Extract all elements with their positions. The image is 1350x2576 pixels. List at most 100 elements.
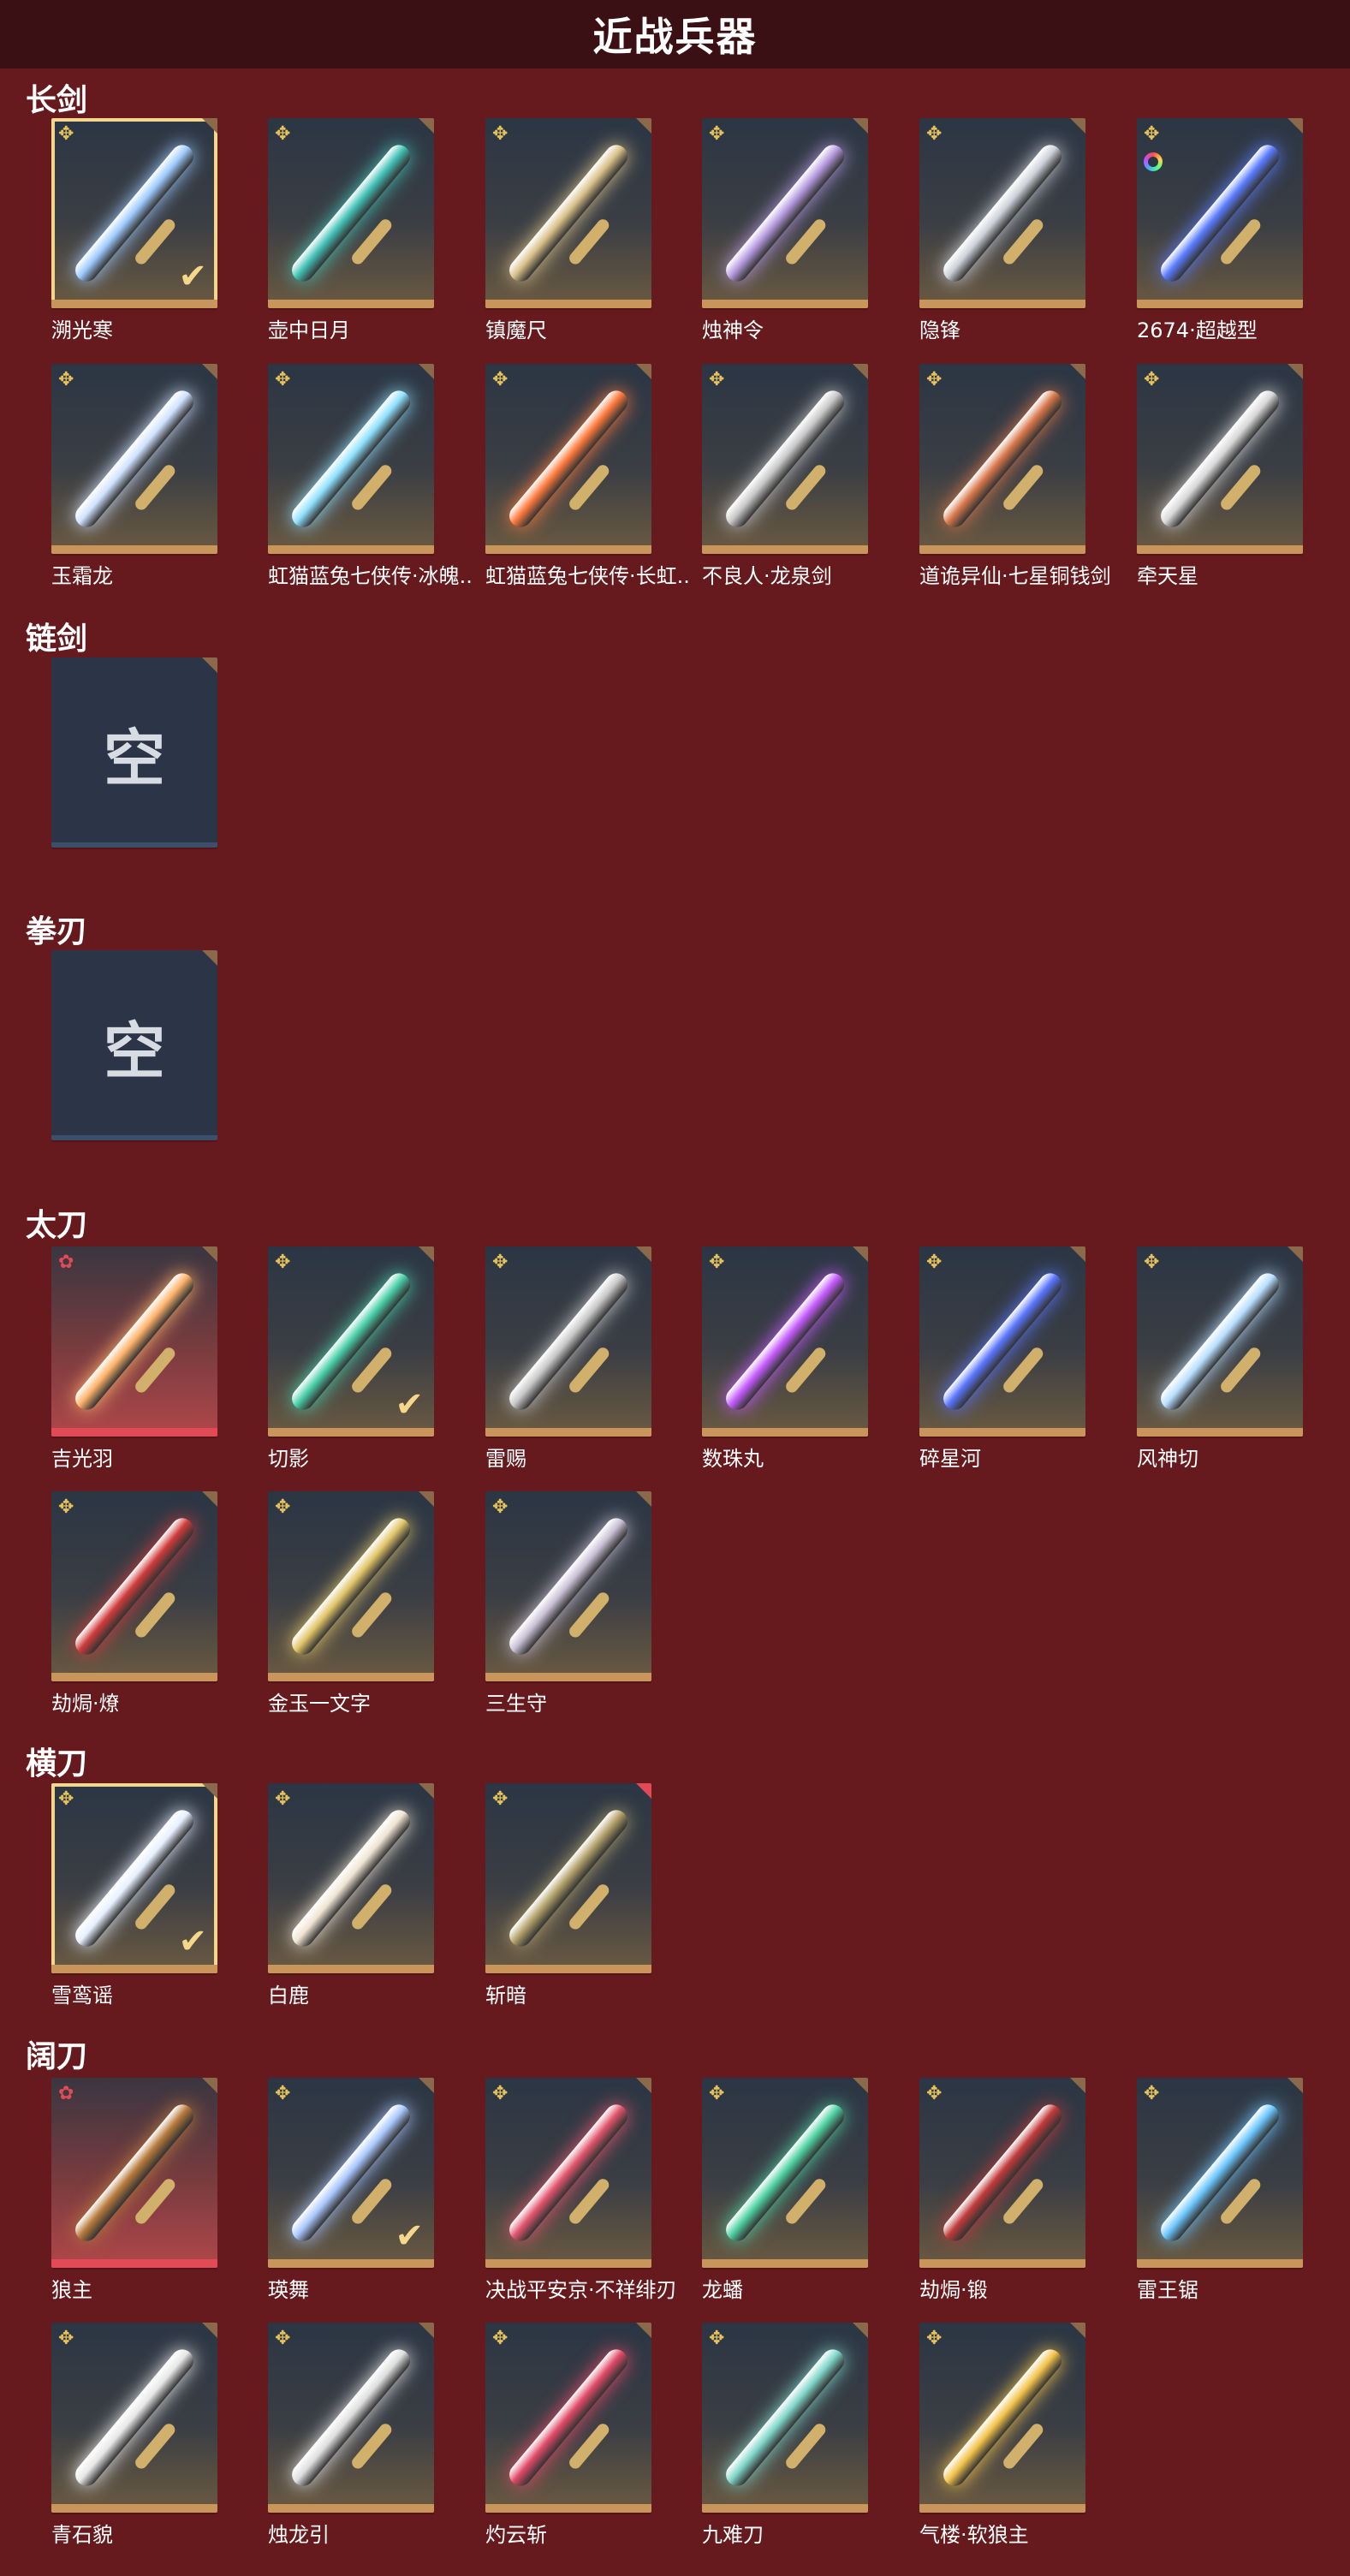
weapon-card[interactable]: ✥ 三生守 [485, 1491, 651, 1745]
weapon-hilt-icon [349, 2421, 395, 2472]
red-rank-icon: ✿ [58, 1252, 74, 1273]
weapon-card[interactable]: ✥ 2674·超越型 [1137, 118, 1303, 372]
corner-icon [202, 364, 217, 379]
weapon-card[interactable]: ✥ 碎星河 [919, 1246, 1085, 1500]
gold-rank-icon: ✥ [275, 123, 291, 145]
rarity-bar [919, 2259, 1085, 2268]
weapon-card[interactable]: ✥ 雷赐 [485, 1246, 651, 1500]
weapon-card[interactable]: ✥ 青石貌 [51, 2323, 217, 2576]
rarity-bar [268, 2259, 434, 2268]
weapon-name: 不良人·龙泉剑 [702, 564, 832, 588]
corner-icon [419, 364, 434, 379]
weapon-card[interactable]: ✥ 玉霜龙 [51, 364, 217, 617]
weapon-blade-icon [287, 1806, 415, 1951]
corner-icon [636, 364, 651, 379]
weapon-card[interactable]: ✥ 虹猫蓝兔七侠传·冰魄.. [268, 364, 473, 617]
page-header: 近战兵器 [0, 0, 1350, 68]
weapon-hilt-icon [133, 2421, 178, 2472]
rarity-bar [702, 300, 868, 308]
weapon-hilt-icon [567, 217, 612, 267]
weapon-card[interactable]: ✥ 白鹿 [268, 1783, 434, 2037]
weapon-hilt-icon [1218, 462, 1264, 513]
weapon-card[interactable]: ✥ ✔ 切影 [268, 1246, 434, 1500]
weapon-card[interactable]: ✥ 烛龙引 [268, 2323, 434, 2576]
gold-rank-icon: ✥ [58, 2328, 74, 2349]
weapon-name: 气楼·软狼主 [919, 2523, 1029, 2547]
weapon-name: 金玉一文字 [268, 1692, 371, 1716]
corner-icon [419, 1783, 434, 1799]
weapon-card[interactable]: ✥ 壶中日月 [268, 118, 434, 372]
weapon-card[interactable]: ✥ 灼云斩 [485, 2323, 651, 2576]
page-title: 近战兵器 [592, 14, 758, 60]
weapon-name: 雷赐 [485, 1447, 526, 1471]
weapon-name: 龙蟠 [702, 2278, 743, 2302]
gold-rank-icon: ✥ [492, 1788, 508, 1810]
weapon-blade-icon [504, 140, 633, 286]
weapon-card[interactable]: ✥ ✔ 雪鸾谣 [51, 1783, 217, 2037]
weapon-blade-icon [1156, 140, 1284, 286]
gold-rank-icon: ✥ [492, 2328, 508, 2349]
rarity-bar [485, 300, 651, 308]
corner-icon [419, 1246, 434, 1262]
weapon-card[interactable]: 空 [51, 657, 217, 911]
weapon-card[interactable]: ✥ 道诡异仙·七星铜钱剑 [919, 364, 1111, 617]
rarity-bar [51, 545, 217, 554]
weapon-card[interactable]: ✥ 不良人·龙泉剑 [702, 364, 868, 617]
weapon-card[interactable]: ✥ 气楼·软狼主 [919, 2323, 1085, 2576]
weapon-blade-icon [938, 2100, 1067, 2246]
corner-icon [1288, 2078, 1303, 2093]
gold-rank-icon: ✥ [492, 1496, 508, 1518]
corner-icon [202, 2323, 217, 2338]
weapon-thumbnail: ✥ [702, 1246, 868, 1437]
gold-rank-icon: ✥ [926, 2083, 943, 2104]
rarity-bar [485, 1428, 651, 1437]
rarity-bar [51, 300, 217, 308]
gold-rank-icon: ✥ [275, 2328, 291, 2349]
weapon-card[interactable]: ✥ 劫焗·燎 [51, 1491, 217, 1745]
weapon-card[interactable]: ✿ 狼主 [51, 2078, 217, 2331]
weapon-card[interactable]: ✿ 吉光羽 [51, 1246, 217, 1500]
gold-rank-icon: ✥ [709, 2083, 725, 2104]
weapon-blade-icon [504, 2100, 633, 2246]
section-title-saber: 横刀 [26, 1746, 88, 1782]
weapon-card[interactable]: ✥ ✔ 溯光寒 [51, 118, 217, 372]
weapon-card[interactable]: ✥ 九难刀 [702, 2323, 868, 2576]
weapon-card[interactable]: ✥ 风神切 [1137, 1246, 1303, 1500]
weapon-thumbnail: ✥ [485, 1491, 651, 1681]
rarity-bar [919, 545, 1085, 554]
weapon-name: 劫焗·锻 [919, 2278, 988, 2302]
weapon-card[interactable]: 空 [51, 950, 217, 1204]
weapon-blade-icon [938, 1269, 1067, 1414]
weapon-thumbnail: ✥ [485, 118, 651, 308]
gold-rank-icon: ✥ [709, 123, 725, 145]
weapon-name: 决战平安京·不祥绯刃 [485, 2278, 677, 2302]
weapon-card[interactable]: ✥ 龙蟠 [702, 2078, 868, 2331]
weapon-name: 灼云斩 [485, 2523, 547, 2547]
gold-rank-icon: ✥ [275, 1496, 291, 1518]
corner-icon [853, 118, 868, 134]
weapon-blade-icon [721, 386, 849, 532]
gold-rank-icon: ✥ [1144, 123, 1160, 145]
weapon-card[interactable]: ✥ 隐锋 [919, 118, 1085, 372]
weapon-card[interactable]: ✥ ✔ 瑛舞 [268, 2078, 434, 2331]
weapon-blade-icon [938, 386, 1067, 532]
weapon-card[interactable]: ✥ 牵天星 [1137, 364, 1303, 617]
weapon-card[interactable]: ✥ 雷王锯 [1137, 2078, 1303, 2331]
rarity-bar [485, 1673, 651, 1681]
rarity-bar [919, 1428, 1085, 1437]
weapon-card[interactable]: ✥ 金玉一文字 [268, 1491, 434, 1745]
weapon-card[interactable]: ✥ 斩暗 [485, 1783, 651, 2037]
corner-icon [202, 2078, 217, 2093]
weapon-card[interactable]: ✥ 决战平安京·不祥绯刃 [485, 2078, 677, 2331]
weapon-card[interactable]: ✥ 烛神令 [702, 118, 868, 372]
equipped-check-icon: ✔ [395, 2216, 424, 2256]
weapon-blade-icon [70, 1269, 199, 1414]
weapon-blade-icon [504, 1806, 633, 1951]
rarity-bar [268, 1428, 434, 1437]
weapon-hilt-icon [783, 1345, 829, 1395]
weapon-card[interactable]: ✥ 数珠丸 [702, 1246, 868, 1500]
weapon-card[interactable]: ✥ 镇魔尺 [485, 118, 651, 372]
weapon-card[interactable]: ✥ 劫焗·锻 [919, 2078, 1085, 2331]
weapon-thumbnail: ✿ [51, 1246, 217, 1437]
weapon-card[interactable]: ✥ 虹猫蓝兔七侠传·长虹.. [485, 364, 690, 617]
